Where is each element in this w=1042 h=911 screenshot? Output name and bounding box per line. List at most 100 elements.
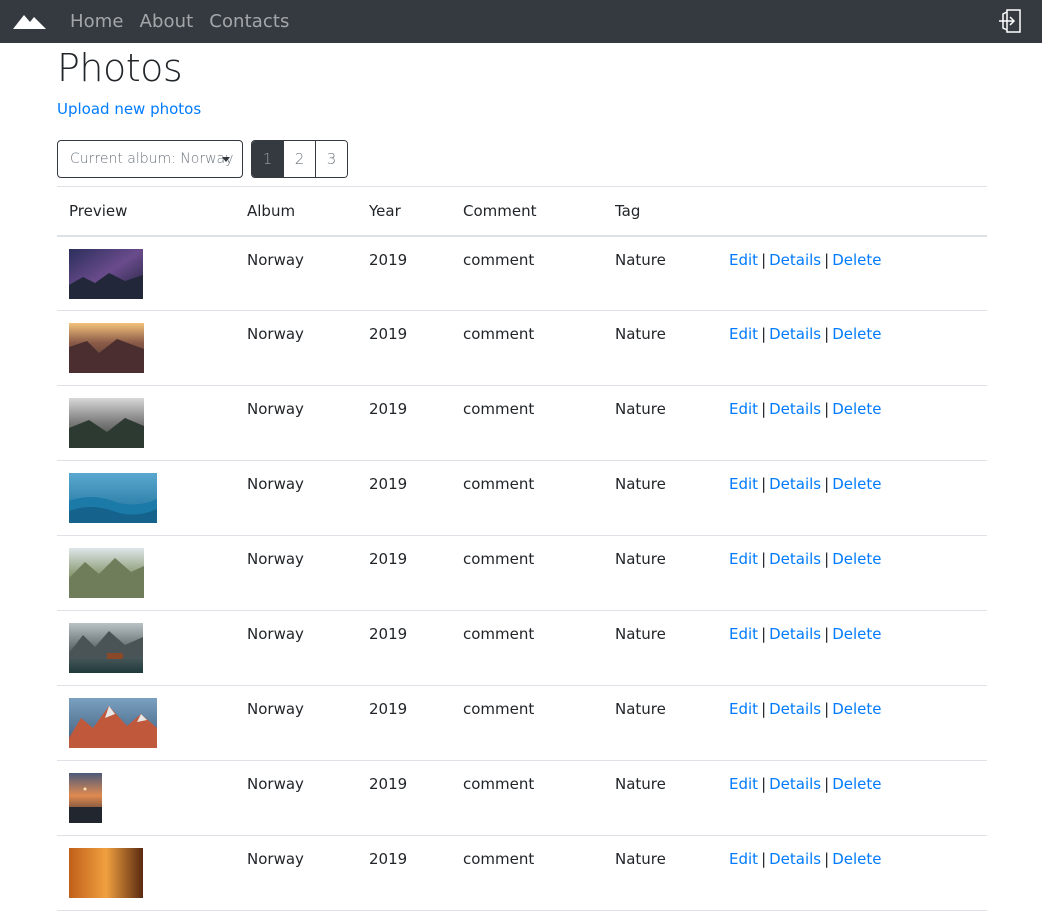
year-cell: 2019 [357,760,451,836]
actions-cell: Edit | Details | Delete [717,760,987,836]
preview-cell [57,610,235,686]
page-title: Photos [57,46,183,90]
edit-link[interactable]: Edit [729,400,758,418]
table-row: Norway 2019 comment Nature Edit | Details |… [57,835,987,911]
table-row: Norway 2019 comment Nature Edit | Details |… [57,535,987,611]
delete-link[interactable]: Delete [832,625,881,643]
page-button-2[interactable]: 2 [283,141,315,177]
photo-thumbnail[interactable] [69,398,144,448]
table-row: Norway 2019 comment Nature Edit | Details |… [57,610,987,686]
mountain-logo-icon[interactable] [13,10,47,32]
actions-cell: Edit | Details | Delete [717,535,987,611]
album-cell: Norway [235,535,357,611]
album-dropdown[interactable]: Current album: Norway [57,140,243,178]
delete-link[interactable]: Delete [832,700,881,718]
preview-cell [57,685,235,761]
header-tag: Tag [603,186,717,237]
tag-cell: Nature [603,760,717,836]
upload-photos-link[interactable]: Upload new photos [57,100,201,118]
table-row: Norway 2019 comment Nature Edit | Details |… [57,685,987,761]
delete-link[interactable]: Delete [832,550,881,568]
edit-link[interactable]: Edit [729,700,758,718]
details-link[interactable]: Details [769,775,821,793]
edit-link[interactable]: Edit [729,251,758,269]
edit-link[interactable]: Edit [729,850,758,868]
table-row: Norway 2019 comment Nature Edit | Details |… [57,310,987,386]
preview-cell [57,835,235,911]
nav-contacts-link[interactable]: Contacts [209,11,289,32]
year-cell: 2019 [357,310,451,386]
edit-link[interactable]: Edit [729,625,758,643]
details-link[interactable]: Details [769,251,821,269]
comment-cell: comment [451,460,603,536]
photo-thumbnail[interactable] [69,548,144,598]
header-preview: Preview [57,186,235,237]
details-link[interactable]: Details [769,625,821,643]
delete-link[interactable]: Delete [832,251,881,269]
year-cell: 2019 [357,685,451,761]
nav-links: Home About Contacts [70,0,306,43]
comment-cell: comment [451,610,603,686]
table-row: Norway 2019 comment Nature Edit | Details |… [57,460,987,536]
table-row: Norway 2019 comment Nature Edit | Details |… [57,760,987,836]
photo-thumbnail[interactable] [69,323,144,373]
navbar: Home About Contacts [0,0,1042,43]
album-cell: Norway [235,460,357,536]
preview-cell [57,760,235,836]
tag-cell: Nature [603,610,717,686]
table-row: Norway 2019 comment Nature Edit | Details |… [57,235,987,311]
preview-cell [57,460,235,536]
nav-home-link[interactable]: Home [70,11,124,32]
details-link[interactable]: Details [769,400,821,418]
photo-thumbnail[interactable] [69,623,143,673]
edit-link[interactable]: Edit [729,550,758,568]
edit-link[interactable]: Edit [729,325,758,343]
delete-link[interactable]: Delete [832,850,881,868]
photo-thumbnail[interactable] [69,773,102,823]
preview-cell [57,235,235,311]
tag-cell: Nature [603,685,717,761]
details-link[interactable]: Details [769,325,821,343]
pagination: 1 2 3 [251,140,348,178]
tag-cell: Nature [603,385,717,461]
year-cell: 2019 [357,385,451,461]
photos-table: Preview Album Year Comment Tag Norway 20… [57,186,987,911]
details-link[interactable]: Details [769,700,821,718]
album-cell: Norway [235,685,357,761]
tag-cell: Nature [603,310,717,386]
actions-cell: Edit | Details | Delete [717,460,987,536]
sign-in-icon[interactable] [998,8,1022,34]
delete-link[interactable]: Delete [832,400,881,418]
preview-cell [57,310,235,386]
photo-thumbnail[interactable] [69,698,157,748]
photo-thumbnail[interactable] [69,248,143,299]
edit-link[interactable]: Edit [729,775,758,793]
tag-cell: Nature [603,835,717,911]
details-link[interactable]: Details [769,850,821,868]
year-cell: 2019 [357,610,451,686]
edit-link[interactable]: Edit [729,475,758,493]
delete-link[interactable]: Delete [832,475,881,493]
delete-link[interactable]: Delete [832,325,881,343]
photo-thumbnail[interactable] [69,473,157,523]
preview-cell [57,535,235,611]
year-cell: 2019 [357,460,451,536]
nav-about-link[interactable]: About [140,11,194,32]
details-link[interactable]: Details [769,475,821,493]
delete-link[interactable]: Delete [832,775,881,793]
comment-cell: comment [451,310,603,386]
comment-cell: comment [451,385,603,461]
header-year: Year [357,186,451,237]
actions-cell: Edit | Details | Delete [717,310,987,386]
comment-cell: comment [451,535,603,611]
album-dropdown-label: Current album: Norway [70,151,234,167]
actions-cell: Edit | Details | Delete [717,610,987,686]
comment-cell: comment [451,760,603,836]
header-comment: Comment [451,186,603,237]
page-button-3[interactable]: 3 [315,141,347,177]
comment-cell: comment [451,235,603,311]
details-link[interactable]: Details [769,550,821,568]
album-cell: Norway [235,760,357,836]
page-button-1[interactable]: 1 [252,141,283,177]
tag-cell: Nature [603,235,717,311]
